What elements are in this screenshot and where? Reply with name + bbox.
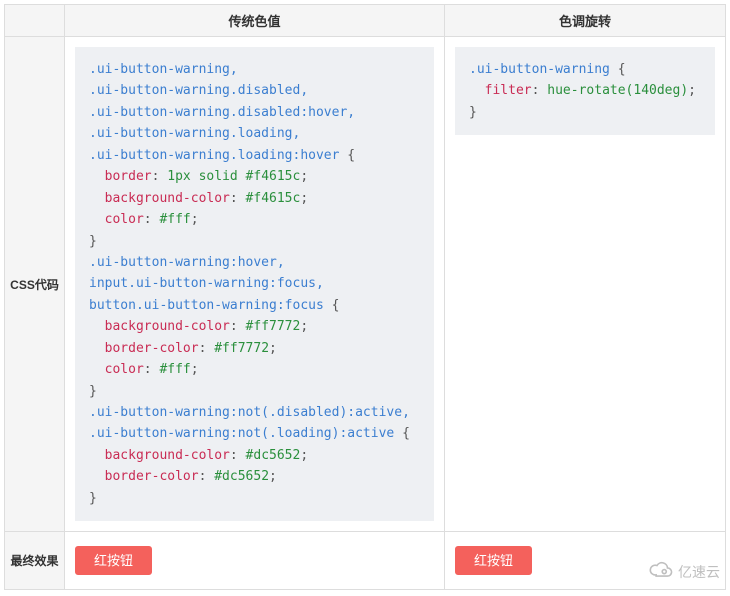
code-block-hue-rotate: .ui-button-warning { filter: hue-rotate(… (455, 47, 715, 135)
cell-css-traditional: .ui-button-warning, .ui-button-warning.d… (65, 37, 445, 532)
cell-result-hue-rotate: 红按钮 (445, 532, 726, 590)
row-label-result: 最终效果 (5, 532, 65, 590)
red-button-traditional[interactable]: 红按钮 (75, 546, 152, 575)
comparison-table: 传统色值 色调旋转 CSS代码 .ui-button-warning, .ui-… (4, 4, 726, 590)
code-block-traditional: .ui-button-warning, .ui-button-warning.d… (75, 47, 434, 521)
header-traditional: 传统色值 (65, 5, 445, 37)
cell-css-hue-rotate: .ui-button-warning { filter: hue-rotate(… (445, 37, 726, 532)
red-button-hue-rotate[interactable]: 红按钮 (455, 546, 532, 575)
header-hue-rotate: 色调旋转 (445, 5, 726, 37)
row-label-css: CSS代码 (5, 37, 65, 532)
header-blank (5, 5, 65, 37)
cell-result-traditional: 红按钮 (65, 532, 445, 590)
